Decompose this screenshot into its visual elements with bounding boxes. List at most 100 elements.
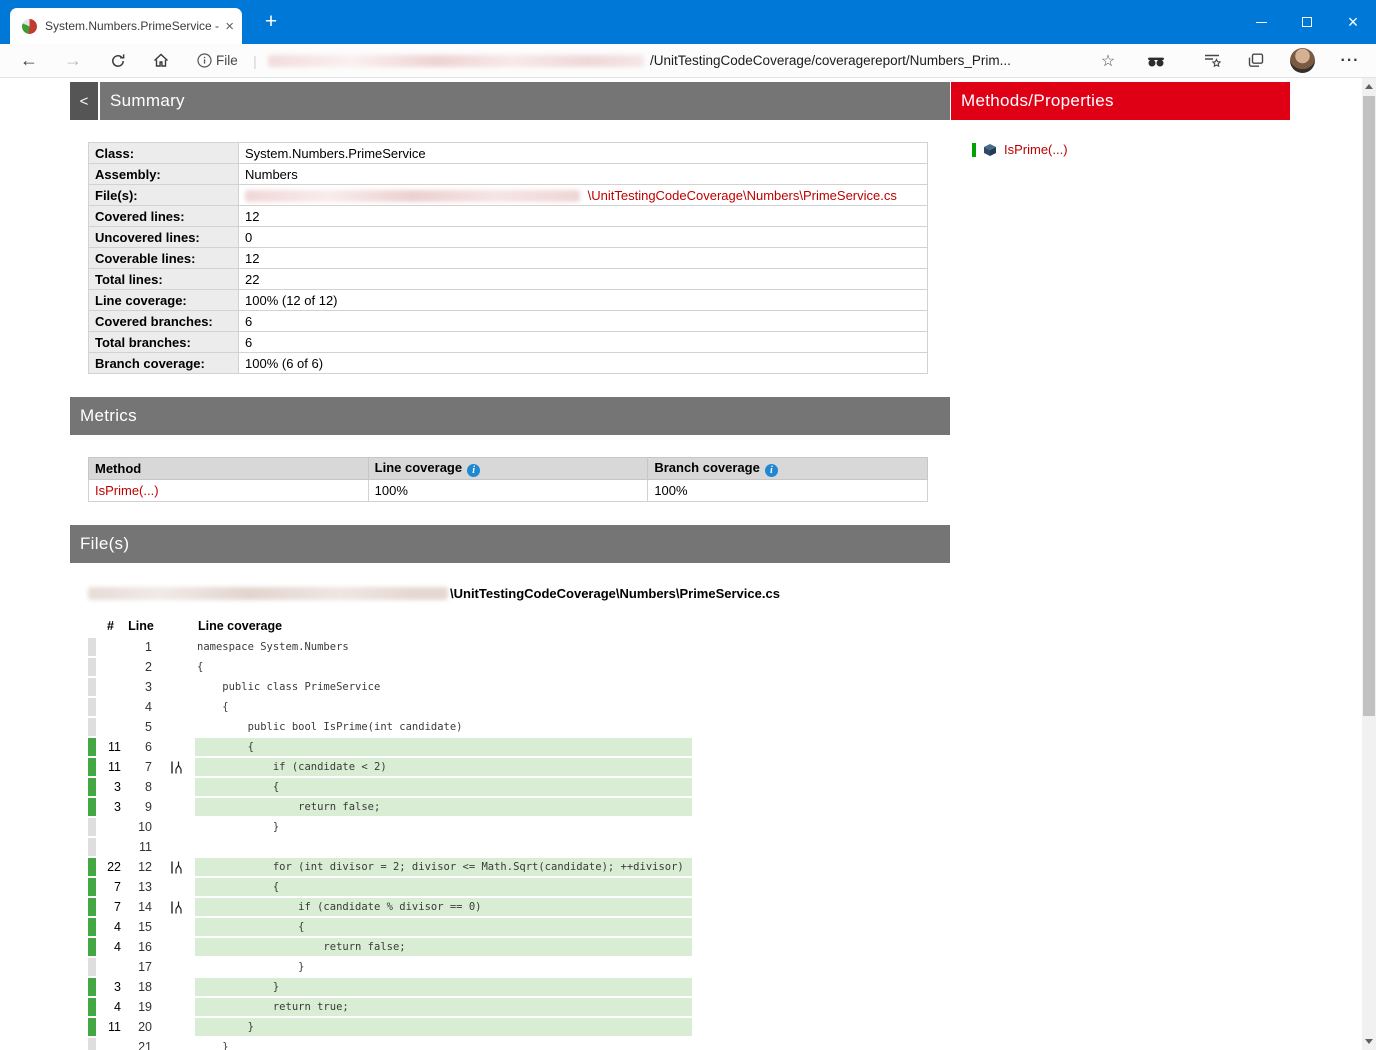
- code-cell: }: [195, 978, 692, 996]
- summary-table: Class: System.Numbers.PrimeService Assem…: [88, 142, 928, 374]
- coverage-indicator-bar: [88, 898, 96, 916]
- method-link[interactable]: IsPrime(...): [1004, 142, 1068, 157]
- hit-count: [97, 637, 123, 657]
- redacted-path-segment: [245, 190, 580, 203]
- summary-value-text: 0: [245, 229, 253, 245]
- code-text: {: [197, 661, 204, 673]
- page-scrollbar[interactable]: [1362, 78, 1376, 1050]
- summary-row: Covered lines: 12: [88, 205, 928, 227]
- redacted-url-segment: [268, 55, 644, 67]
- code-line-row: 21 }: [88, 1037, 950, 1050]
- hit-count: 7: [114, 880, 121, 894]
- collections-icon[interactable]: [1242, 44, 1270, 77]
- scrollbar-thumb[interactable]: [1363, 96, 1375, 716]
- line-number: 4: [145, 700, 152, 714]
- metrics-col-line-coverage-label: Line coverage: [374, 460, 463, 475]
- line-number: 5: [145, 720, 152, 734]
- summary-row-label: Uncovered lines:: [88, 226, 239, 248]
- report-back-button[interactable]: <: [70, 82, 98, 120]
- summary-row-value: 12: [238, 205, 928, 227]
- hit-count: 7: [114, 900, 121, 914]
- methods-list: IsPrime(...): [951, 142, 1290, 157]
- code-cell: {: [195, 878, 692, 896]
- code-line-row: 4 16 return false;: [88, 937, 950, 957]
- browser-tab[interactable]: System.Numbers.PrimeService - ×: [10, 8, 242, 44]
- new-tab-button[interactable]: +: [256, 7, 286, 37]
- coverage-indicator-bar: [88, 1018, 96, 1036]
- code-text: {: [197, 881, 280, 893]
- code-cell: public bool IsPrime(int candidate): [195, 718, 692, 736]
- method-link[interactable]: IsPrime(...): [95, 483, 159, 498]
- back-button[interactable]: ←: [16, 44, 42, 77]
- address-bar[interactable]: /UnitTestingCodeCoverage/coveragereport/…: [650, 44, 1011, 77]
- code-line-row: 3 18 }: [88, 977, 950, 997]
- hit-count: [97, 817, 123, 837]
- code-cell: public class PrimeService: [195, 678, 692, 696]
- hit-count: 3: [114, 780, 121, 794]
- summary-row: Total lines: 22: [88, 268, 928, 290]
- browser-navbar: ← → File | /UnitTestingCodeCoverage/cove…: [0, 44, 1376, 78]
- code-cell: namespace System.Numbers: [195, 638, 692, 656]
- hit-count: [97, 657, 123, 677]
- branch-coverage-icon: [157, 957, 195, 977]
- settings-menu-icon[interactable]: ···: [1336, 44, 1364, 77]
- summary-row-label: Line coverage:: [88, 289, 239, 311]
- profile-avatar[interactable]: [1288, 44, 1316, 77]
- scroll-down-arrow-icon[interactable]: [1365, 1039, 1373, 1044]
- coverage-report-favicon-icon: [22, 18, 37, 34]
- coverage-indicator-bar: [88, 778, 96, 796]
- coverage-indicator-bar: [88, 758, 96, 776]
- summary-row: Coverable lines: 12: [88, 247, 928, 269]
- summary-value-text: 100% (12 of 12): [245, 292, 338, 308]
- code-text: }: [197, 981, 280, 993]
- maximize-button[interactable]: [1284, 0, 1330, 44]
- home-button[interactable]: [148, 44, 174, 77]
- favorites-bar-icon[interactable]: [1198, 44, 1226, 77]
- code-text: {: [197, 921, 305, 933]
- file-path-text: \UnitTestingCodeCoverage\Numbers\PrimeSe…: [450, 586, 780, 601]
- code-text: }: [197, 1041, 229, 1050]
- branch-coverage-icon: [157, 897, 195, 917]
- code-cell: return true;: [195, 998, 692, 1016]
- coverage-report-page: < Summary Class: System.Numbers.PrimeSer…: [0, 78, 1376, 1050]
- coverage-indicator-bar: [88, 1038, 96, 1050]
- tab-close-icon[interactable]: ×: [225, 19, 234, 34]
- site-info-icon[interactable]: [194, 44, 214, 77]
- code-cell: if (candidate % divisor == 0): [195, 898, 692, 916]
- code-line-row: 3 public class PrimeService: [88, 677, 950, 697]
- code-cell: }: [195, 1038, 692, 1050]
- code-line-row: 4 19 return true;: [88, 997, 950, 1017]
- minimize-button[interactable]: [1238, 0, 1284, 44]
- refresh-button[interactable]: [105, 44, 131, 77]
- summary-row-value: 12: [238, 247, 928, 269]
- metrics-col-branch-coverage-label: Branch coverage: [654, 460, 760, 475]
- summary-value-text: 6: [245, 313, 253, 329]
- coverage-indicator-bar: [88, 698, 96, 716]
- close-button[interactable]: ×: [1330, 0, 1376, 44]
- coverage-indicator-bar: [88, 918, 96, 936]
- line-number: 10: [138, 820, 152, 834]
- file-path: \UnitTestingCodeCoverage\Numbers\PrimeSe…: [88, 586, 950, 601]
- summary-row-label: File(s):: [88, 184, 239, 206]
- summary-row: Total branches: 6: [88, 331, 928, 353]
- metrics-col-method: Method: [88, 457, 369, 480]
- files-header: File(s): [70, 525, 950, 563]
- line-number: 12: [138, 860, 152, 874]
- method-line-coverage-value: 100%: [367, 479, 649, 502]
- code-cell: [195, 838, 692, 856]
- favorite-star-icon[interactable]: ☆: [1094, 44, 1122, 77]
- method-branch-coverage-value: 100%: [647, 479, 928, 502]
- summary-row-value: \UnitTestingCodeCoverage\Numbers\PrimeSe…: [238, 184, 928, 206]
- code-cell: {: [195, 738, 692, 756]
- coverage-indicator-bar: [88, 798, 96, 816]
- tab-title: System.Numbers.PrimeService -: [45, 19, 220, 33]
- scroll-up-arrow-icon[interactable]: [1365, 84, 1373, 89]
- line-column-header: Line: [128, 619, 154, 633]
- site-file-label[interactable]: File: [216, 44, 252, 77]
- branch-coverage-icon: [157, 917, 195, 937]
- extension-icon[interactable]: [1142, 44, 1170, 77]
- line-coverage-info-icon[interactable]: i: [467, 464, 481, 477]
- summary-value-text[interactable]: \UnitTestingCodeCoverage\Numbers\PrimeSe…: [588, 188, 897, 203]
- code-text: return false;: [197, 941, 406, 953]
- branch-coverage-info-icon[interactable]: i: [764, 464, 778, 477]
